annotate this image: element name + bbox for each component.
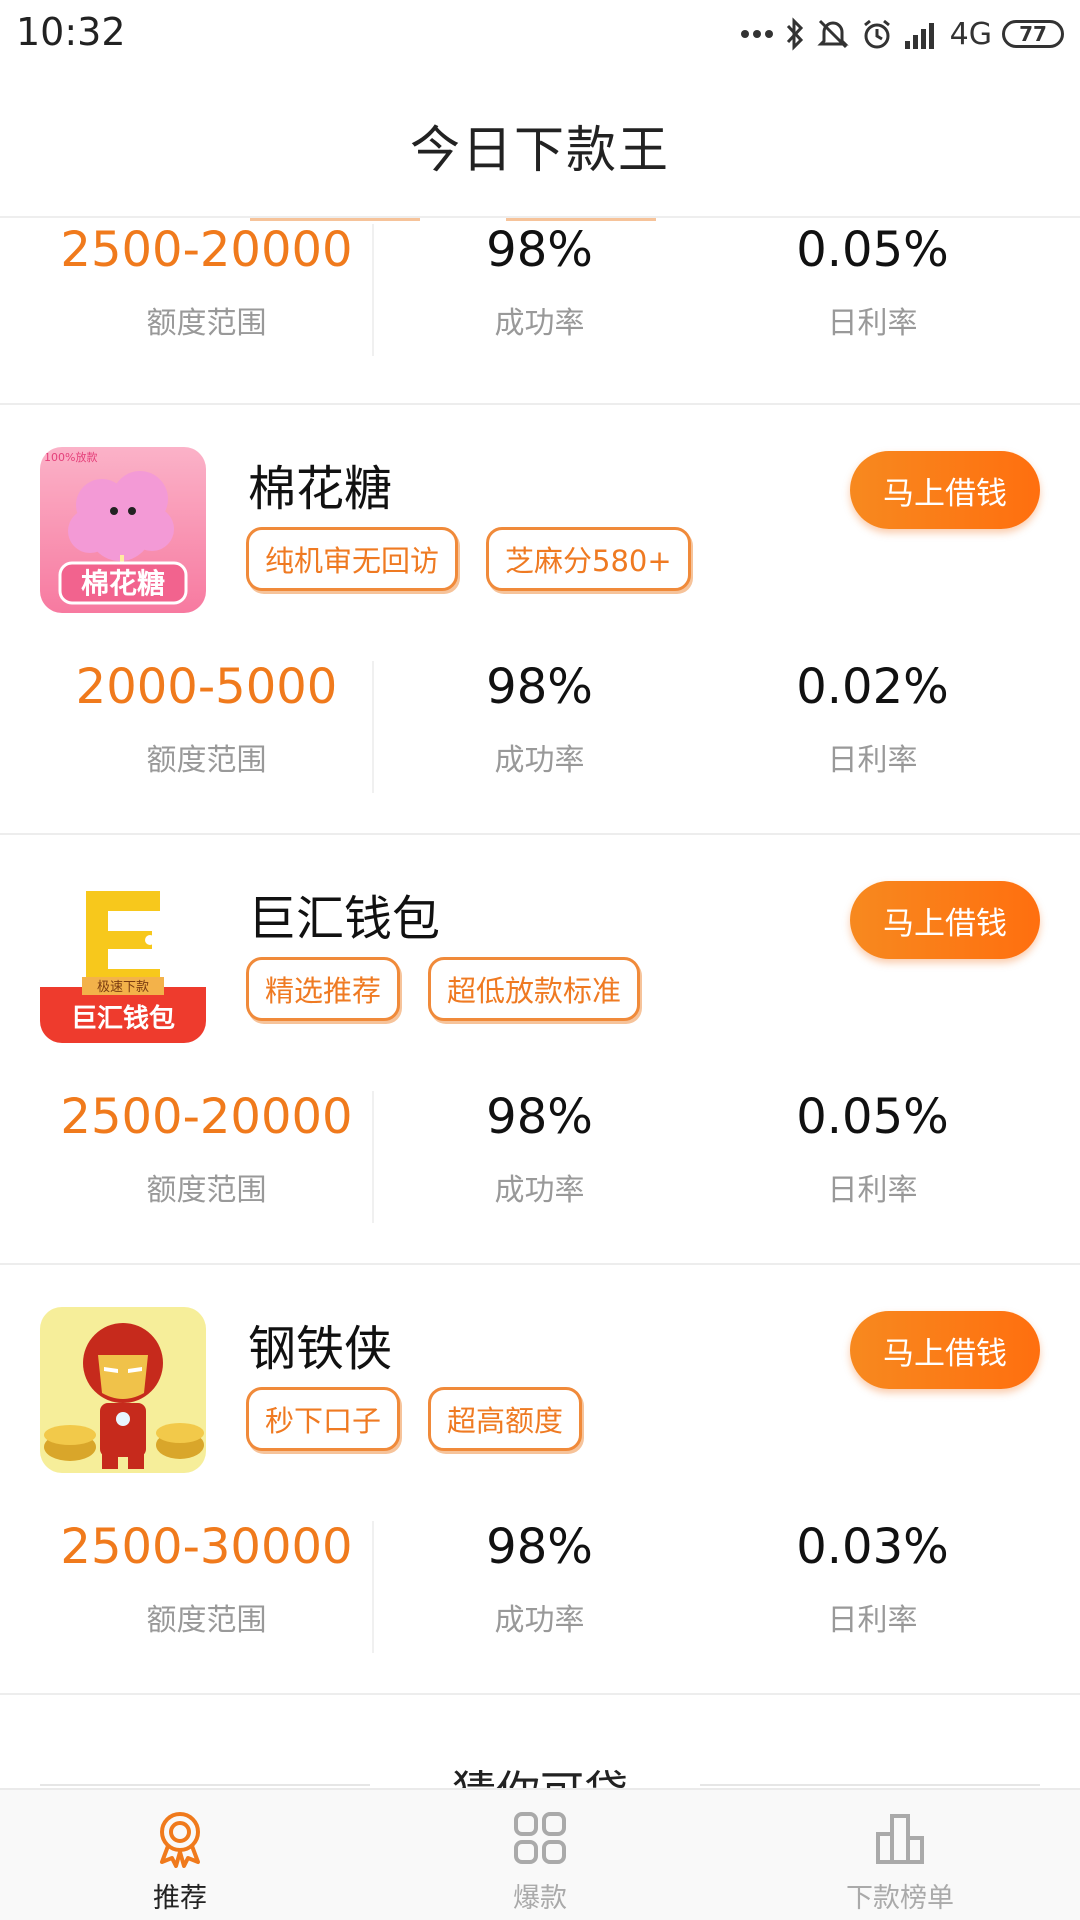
tag: 超高额度 <box>428 1387 583 1451</box>
product-name: 棉花糖 <box>248 461 393 517</box>
logo-badge: 极速下款 <box>97 980 149 995</box>
mute-bell-icon <box>817 19 849 49</box>
amount-stat: 2500-20000 额度范围 <box>40 218 373 342</box>
stats-row: 2500-30000 额度范围 98% 成功率 0.03% 日利率 <box>0 1515 1080 1655</box>
stats-row: 2500-20000 额度范围 98% 成功率 0.05% 日利率 <box>0 218 1080 358</box>
wallet-logo: 极速下款 巨汇钱包 <box>40 877 206 1043</box>
rate-stat: 0.02% 日利率 <box>706 655 1039 779</box>
bottom-tab-bar: 推荐 爆款 下款榜单 <box>0 1788 1080 1920</box>
tag-list: 纯机审无回访 芝麻分580+ <box>246 527 691 591</box>
rate-value: 0.03% <box>796 1519 949 1575</box>
success-label: 成功率 <box>494 306 585 341</box>
amount-value: 2000-5000 <box>75 659 338 715</box>
tab-label: 推荐 <box>153 1883 207 1914</box>
success-label: 成功率 <box>494 1603 585 1638</box>
rate-label: 日利率 <box>827 306 918 341</box>
borrow-button[interactable]: 马上借钱 <box>850 1311 1040 1389</box>
cotton-candy-logo: 棉花糖 100%放款 <box>40 447 206 613</box>
amount-label: 额度范围 <box>146 743 267 778</box>
tag: 秒下口子 <box>246 1387 401 1451</box>
tab-hot[interactable]: 爆款 <box>440 1808 640 1915</box>
amount-label: 额度范围 <box>146 306 267 341</box>
header: 今日下款王 <box>0 70 1080 218</box>
success-stat: 98% 成功率 <box>373 1085 706 1209</box>
stats-row: 2500-20000 额度范围 98% 成功率 0.05% 日利率 <box>0 1085 1080 1225</box>
tag-list: 精选推荐 超低放款标准 <box>246 957 641 1021</box>
bluetooth-icon <box>786 17 803 51</box>
stats-row: 2000-5000 额度范围 98% 成功率 0.02% 日利率 <box>0 655 1080 795</box>
success-label: 成功率 <box>494 1173 585 1208</box>
tag: 超低放款标准 <box>428 957 641 1021</box>
tab-label: 下款榜单 <box>846 1883 954 1914</box>
bar-chart-icon <box>876 1814 924 1864</box>
success-value: 98% <box>486 1089 593 1145</box>
tag: 芝麻分580+ <box>486 527 691 591</box>
product-list[interactable]: 2500-20000 额度范围 98% 成功率 0.05% 日利率 棉花糖 10… <box>0 218 1080 1788</box>
product-card[interactable]: 棉花糖 100%放款 棉花糖 纯机审无回访 芝麻分580+ 马上借钱 2000-… <box>0 405 1080 833</box>
success-value: 98% <box>486 659 593 715</box>
amount-value: 2500-30000 <box>60 1519 353 1575</box>
rate-label: 日利率 <box>827 1603 918 1638</box>
logo-text: 棉花糖 <box>81 567 165 600</box>
rate-stat: 0.05% 日利率 <box>706 1085 1039 1209</box>
tab-ranking[interactable]: 下款榜单 <box>800 1808 1000 1915</box>
grid-icon <box>514 1812 566 1864</box>
product-name: 钢铁侠 <box>248 1321 393 1377</box>
battery-level: 77 <box>1019 22 1047 46</box>
logo-text: 巨汇钱包 <box>71 1003 175 1034</box>
borrow-button[interactable]: 马上借钱 <box>850 451 1040 529</box>
page-title: 今日下款王 <box>410 121 670 179</box>
success-stat: 98% 成功率 <box>373 218 706 342</box>
rate-stat: 0.03% 日利率 <box>706 1515 1039 1639</box>
amount-label: 额度范围 <box>146 1173 267 1208</box>
more-dots-icon <box>740 30 773 38</box>
tag: 纯机审无回访 <box>246 527 459 591</box>
rate-value: 0.02% <box>796 659 949 715</box>
iron-man-logo <box>40 1307 206 1473</box>
amount-stat: 2500-20000 额度范围 <box>40 1085 373 1209</box>
logo-badge: 100%放款 <box>44 450 97 464</box>
status-bar: 10:32 4G 77 <box>0 0 1080 70</box>
success-stat: 98% 成功率 <box>373 1515 706 1639</box>
rate-value: 0.05% <box>796 1089 949 1145</box>
signal-icon <box>904 23 934 49</box>
product-card[interactable]: 极速下款 巨汇钱包 巨汇钱包 精选推荐 超低放款标准 马上借钱 2500-200… <box>0 835 1080 1263</box>
status-icons: 4G 77 <box>740 14 1064 54</box>
status-time: 10:32 <box>16 10 126 54</box>
product-card[interactable]: 钢铁侠 秒下口子 超高额度 马上借钱 2500-30000 额度范围 98% 成… <box>0 1265 1080 1693</box>
alarm-icon <box>863 19 890 49</box>
tab-recommend[interactable]: 推荐 <box>80 1808 280 1915</box>
award-icon <box>160 1812 200 1868</box>
separator <box>0 1693 1080 1695</box>
amount-value: 2500-20000 <box>60 222 353 278</box>
borrow-button[interactable]: 马上借钱 <box>850 881 1040 959</box>
rate-label: 日利率 <box>827 1173 918 1208</box>
amount-stat: 2500-30000 额度范围 <box>40 1515 373 1639</box>
amount-value: 2500-20000 <box>60 1089 353 1145</box>
amount-stat: 2000-5000 额度范围 <box>40 655 373 779</box>
section-line-right <box>700 1784 1040 1786</box>
rate-stat: 0.05% 日利率 <box>706 218 1039 342</box>
product-name: 巨汇钱包 <box>248 891 441 947</box>
amount-label: 额度范围 <box>146 1603 267 1638</box>
tag: 精选推荐 <box>246 957 401 1021</box>
tag-list: 秒下口子 超高额度 <box>246 1387 583 1451</box>
rate-value: 0.05% <box>796 222 949 278</box>
success-stat: 98% 成功率 <box>373 655 706 779</box>
tab-label: 爆款 <box>513 1883 567 1914</box>
battery-icon: 77 <box>1002 20 1064 48</box>
rate-label: 日利率 <box>827 743 918 778</box>
network-type: 4G <box>949 16 992 52</box>
success-value: 98% <box>486 222 593 278</box>
success-value: 98% <box>486 1519 593 1575</box>
success-label: 成功率 <box>494 743 585 778</box>
